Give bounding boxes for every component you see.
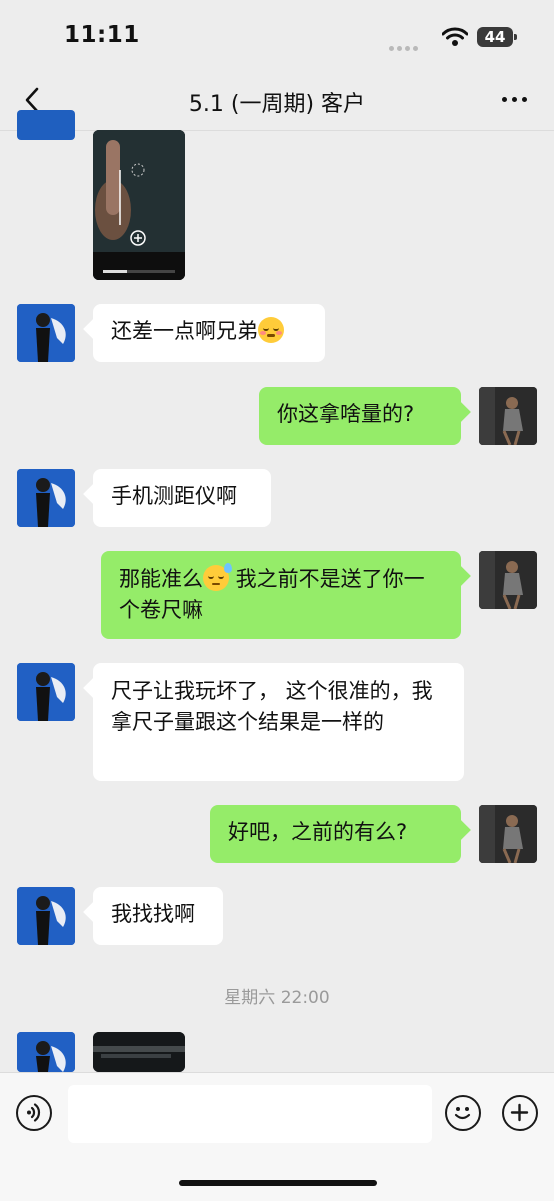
kissing-face-icon [258, 317, 284, 343]
signal-icon [389, 36, 421, 55]
status-bar: 11:11 44 [0, 0, 554, 70]
message-text: 好吧，之前的有么? [228, 820, 408, 844]
my-avatar[interactable] [479, 551, 537, 609]
contact-avatar[interactable] [17, 304, 75, 362]
message-bubble[interactable]: 那能准么 我之前不是送了你一个卷尺嘛 [101, 551, 461, 639]
plus-icon[interactable] [502, 1095, 538, 1131]
contact-avatar[interactable] [17, 887, 75, 945]
message-bubble[interactable]: 你这拿啥量的? [259, 387, 461, 445]
status-time: 11:11 [64, 22, 140, 48]
image-message[interactable] [93, 1032, 185, 1072]
message-text: 那能准么 [119, 567, 203, 591]
message-bubble[interactable]: 尺子让我玩坏了， 这个很准的，我拿尺子量跟这个结果是一样的 [93, 663, 464, 781]
my-avatar[interactable] [479, 805, 537, 863]
message-bubble[interactable]: 我找找啊 [93, 887, 223, 945]
wifi-icon [441, 27, 469, 51]
chat-title: 5.1 (一周期) 客户 [188, 92, 366, 117]
emoji-icon[interactable] [445, 1095, 481, 1131]
contact-avatar[interactable] [17, 663, 75, 721]
sweat-smile-icon [203, 563, 232, 591]
message-text: 还差一点啊兄弟 [111, 319, 258, 343]
message-text: 手机测距仪啊 [111, 484, 237, 508]
contact-avatar[interactable] [17, 110, 75, 140]
contact-avatar[interactable] [17, 1032, 75, 1072]
message-text: 我找找啊 [111, 902, 195, 926]
message-bubble[interactable]: 好吧，之前的有么? [210, 805, 461, 863]
more-icon[interactable] [498, 85, 532, 115]
chat-header: 5.1 (一周期) 客户 [0, 70, 554, 131]
home-indicator [179, 1180, 377, 1186]
contact-avatar[interactable] [17, 469, 75, 527]
timestamp-label: 星期六 22:00 [224, 988, 330, 1008]
message-text: 尺子让我玩坏了， 这个很准的，我拿尺子量跟这个结果是一样的 [111, 679, 433, 734]
image-message[interactable] [93, 130, 185, 280]
message-bubble[interactable]: 手机测距仪啊 [93, 469, 271, 527]
message-text: 你这拿啥量的? [277, 402, 415, 426]
voice-icon[interactable] [16, 1095, 52, 1131]
message-input[interactable] [68, 1085, 432, 1143]
message-bubble[interactable]: 还差一点啊兄弟 [93, 304, 325, 362]
battery-icon: 44 [477, 27, 517, 47]
my-avatar[interactable] [479, 387, 537, 445]
